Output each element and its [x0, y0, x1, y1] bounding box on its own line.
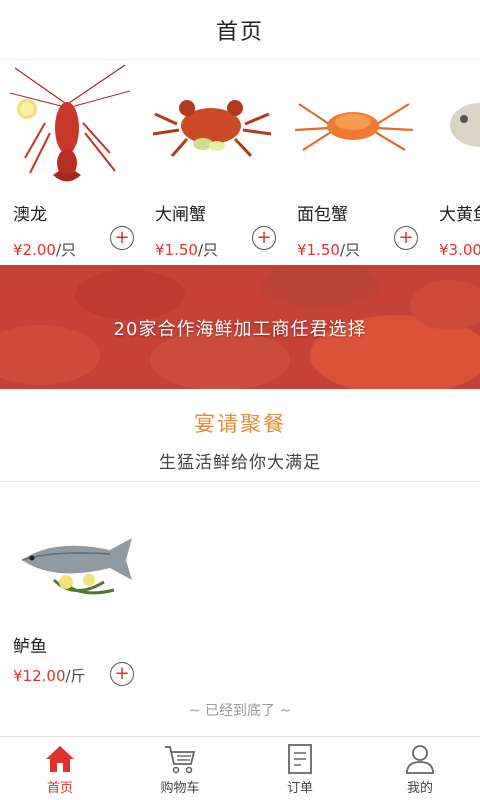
product-card-lobster[interactable]: 澳龙 ¥2.00 /只 +	[0, 60, 140, 260]
tab-label: 订单	[286, 781, 313, 796]
tab-label: 购物车	[160, 781, 200, 796]
product-price: ¥3.00	[439, 240, 480, 259]
add-to-cart-button[interactable]: +	[394, 226, 418, 250]
bread-crab-image	[284, 60, 424, 188]
section-subtitle: 生猛活鲜给你大满足	[159, 453, 321, 473]
tab-profile[interactable]: 我的	[360, 737, 480, 800]
yellow-croaker-image	[426, 60, 480, 188]
price-row: ¥12.00/斤	[13, 665, 86, 686]
home-icon	[46, 746, 74, 772]
product-name: 面包蟹	[297, 205, 348, 225]
product-price: ¥1.50	[155, 240, 198, 259]
sea-bass-image	[14, 520, 134, 606]
add-to-cart-button[interactable]: +	[110, 662, 134, 686]
end-of-list-note: ~ 已经到底了 ~	[188, 703, 292, 719]
product-price: ¥12.00	[13, 667, 66, 685]
banner-text: 20家合作海鲜加工商任君选择	[113, 319, 367, 340]
tab-label: 我的	[406, 781, 433, 796]
product-unit: /斤	[65, 667, 86, 685]
profile-icon	[406, 745, 434, 774]
add-to-cart-button[interactable]: +	[110, 226, 134, 250]
featured-carousel[interactable]: 澳龙 ¥2.00 /只 + 大闸蟹 ¥1.50 /只 + 面包蟹 ¥1.50 /…	[0, 60, 480, 264]
product-name: 鲈鱼	[13, 637, 47, 657]
tab-orders[interactable]: 订单	[240, 737, 360, 800]
section-title: 宴请聚餐	[194, 412, 286, 436]
tab-home[interactable]: 首页	[0, 737, 120, 800]
page-title: 首页	[215, 19, 264, 45]
hairy-crab-image	[142, 60, 282, 188]
add-to-cart-button[interactable]: +	[252, 226, 276, 250]
product-unit: /只	[339, 241, 361, 259]
product-price: ¥2.00	[13, 240, 56, 259]
product-price: ¥1.50	[297, 240, 340, 259]
bottom-tab-bar: 首页 购物车 订单 我的	[0, 736, 480, 800]
tab-label: 首页	[46, 781, 73, 796]
price-row: ¥3.00 /只	[426, 239, 480, 260]
product-card-bread-crab[interactable]: 面包蟹 ¥1.50 /只 +	[284, 60, 424, 260]
promo-banner[interactable]: 20家合作海鲜加工商任君选择	[0, 265, 480, 389]
product-card-sea-bass[interactable]: 鲈鱼 ¥12.00/斤 +	[0, 500, 150, 700]
product-name: 大黄鱼	[439, 205, 480, 225]
product-name: 澳龙	[13, 205, 47, 225]
section-header: 宴请聚餐 生猛活鲜给你大满足	[0, 390, 480, 482]
product-card-hairy-crab[interactable]: 大闸蟹 ¥1.50 /只 +	[142, 60, 282, 260]
product-name: 大闸蟹	[155, 205, 206, 225]
order-icon	[288, 744, 312, 774]
product-unit: /只	[197, 241, 219, 259]
tab-cart[interactable]: 购物车	[120, 737, 240, 800]
top-header: 首页	[0, 0, 480, 60]
product-unit: /只	[55, 241, 77, 259]
cart-icon	[165, 746, 196, 774]
lobster-image	[0, 60, 140, 188]
product-card-yellow-croaker[interactable]: 大黄鱼 ¥3.00 /只	[426, 60, 480, 260]
